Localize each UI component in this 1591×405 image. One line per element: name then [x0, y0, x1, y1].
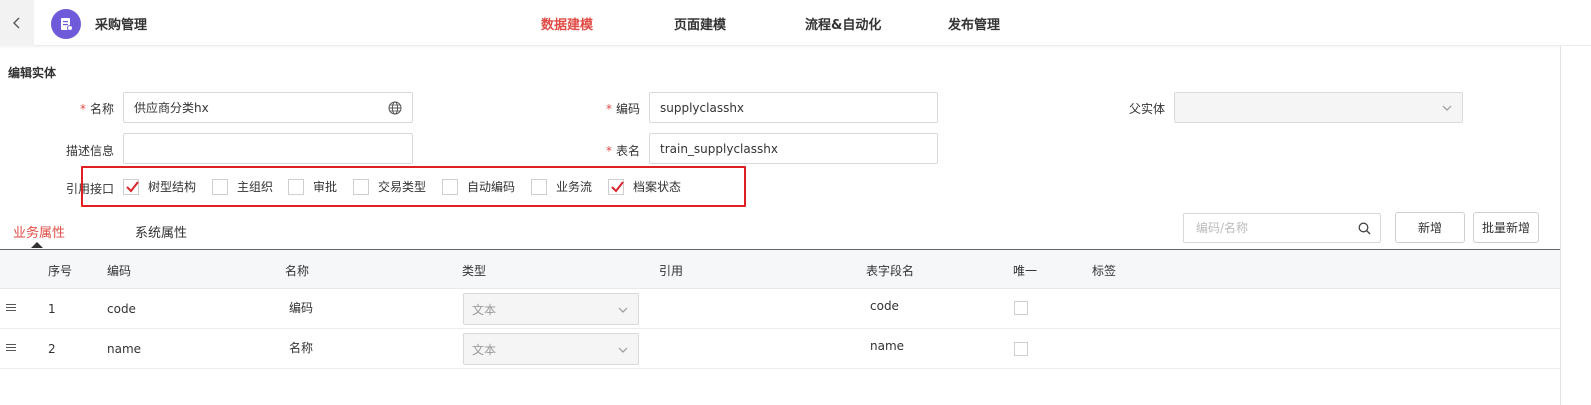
- col-type: 类型: [462, 264, 487, 278]
- row-field-name: name: [870, 339, 905, 353]
- back-button[interactable]: [0, 0, 34, 46]
- interface-label: 树型结构: [148, 180, 197, 194]
- row-unique-checkbox[interactable]: [1014, 301, 1028, 315]
- checkbox[interactable]: [212, 178, 228, 195]
- scrollbar[interactable]: [1560, 46, 1591, 405]
- section-title: 编辑实体: [8, 66, 57, 80]
- tab-business-attributes[interactable]: 业务属性: [13, 222, 65, 241]
- col-code: 编码: [107, 264, 132, 278]
- checkbox[interactable]: [442, 178, 458, 195]
- row-type-value: 文本: [472, 342, 497, 357]
- chevron-down-icon: [618, 347, 628, 353]
- table-row[interactable]: 2 name 名称 文本 name: [0, 329, 1560, 369]
- table-name-value: train_supplyclasshx: [660, 141, 778, 156]
- search-input[interactable]: [1196, 214, 1356, 242]
- row-type-select[interactable]: 文本: [463, 333, 639, 365]
- name-field[interactable]: 供应商分类hx: [123, 92, 413, 123]
- batch-add-button[interactable]: 批量新增: [1473, 212, 1539, 243]
- row-code: name: [107, 342, 142, 356]
- parent-label: 父实体: [1128, 102, 1165, 116]
- col-field-name: 表字段名: [866, 264, 915, 278]
- interface-label: 主组织: [237, 180, 274, 194]
- check-icon: [126, 180, 139, 193]
- drag-handle-icon[interactable]: [6, 304, 16, 313]
- interface-archive-status[interactable]: 档案状态: [608, 178, 681, 195]
- checkbox[interactable]: [353, 178, 369, 195]
- interface-label: 档案状态: [633, 180, 682, 194]
- row-code: code: [107, 302, 136, 316]
- description-field[interactable]: [123, 133, 413, 164]
- app-title: 采购管理: [95, 18, 148, 33]
- table-row[interactable]: 1 code 编码 文本 code: [0, 289, 1560, 329]
- search-icon[interactable]: [1358, 222, 1371, 235]
- nav-tab-page-modeling[interactable]: 页面建模: [674, 14, 726, 33]
- row-field-name: code: [870, 299, 899, 313]
- add-button[interactable]: 新增: [1395, 212, 1465, 243]
- interface-label: 审批: [313, 180, 338, 194]
- nav-tab-publish[interactable]: 发布管理: [948, 14, 1000, 33]
- chevron-down-icon: [1442, 105, 1452, 111]
- interface-main-org[interactable]: 主组织: [212, 178, 273, 195]
- table-name-field[interactable]: train_supplyclasshx: [649, 133, 938, 164]
- interface-tree-structure[interactable]: 树型结构: [123, 178, 196, 195]
- interface-label: 自动编码: [467, 180, 516, 194]
- interface-auto-code[interactable]: 自动编码: [442, 178, 515, 195]
- code-field[interactable]: supplyclasshx: [649, 92, 938, 123]
- interface-business-flow[interactable]: 业务流: [531, 178, 592, 195]
- checkbox[interactable]: [288, 178, 304, 195]
- row-name: 名称: [289, 341, 314, 355]
- app-logo-icon: [51, 9, 81, 39]
- name-value: 供应商分类hx: [134, 101, 209, 115]
- chevron-down-icon: [618, 307, 628, 313]
- drag-handle-icon[interactable]: [6, 344, 16, 353]
- checkbox[interactable]: [531, 178, 547, 195]
- interface-approval[interactable]: 审批: [288, 178, 337, 195]
- globe-icon[interactable]: [388, 101, 402, 115]
- interface-label: 业务流: [556, 180, 593, 194]
- top-bar: 采购管理 数据建模 页面建模 流程&自动化 发布管理: [0, 0, 1591, 46]
- col-tag: 标签: [1092, 264, 1117, 278]
- code-label: * 编码: [605, 102, 640, 116]
- nav-tab-data-modeling[interactable]: 数据建模: [541, 14, 593, 33]
- active-tab-indicator: [31, 242, 43, 248]
- check-icon: [611, 180, 624, 193]
- col-reference: 引用: [659, 264, 684, 278]
- tab-system-attributes[interactable]: 系统属性: [135, 222, 187, 241]
- name-label: * 名称: [79, 102, 114, 116]
- row-type-value: 文本: [472, 302, 497, 317]
- chevron-left-icon: [13, 17, 20, 29]
- row-index: 1: [48, 302, 56, 316]
- checkbox[interactable]: [123, 178, 139, 195]
- table-header: 序号 编码 名称 类型 引用 表字段名 唯一 标签: [0, 249, 1560, 289]
- interface-label: 交易类型: [378, 180, 427, 194]
- row-unique-checkbox[interactable]: [1014, 342, 1028, 356]
- row-index: 2: [48, 342, 56, 356]
- nav-tab-flow-automation[interactable]: 流程&自动化: [805, 14, 881, 33]
- interface-transaction-type[interactable]: 交易类型: [353, 178, 426, 195]
- col-unique: 唯一: [1013, 264, 1038, 278]
- parent-select[interactable]: [1174, 92, 1463, 123]
- col-index: 序号: [48, 264, 73, 278]
- code-value: supplyclasshx: [660, 100, 745, 115]
- col-name: 名称: [285, 264, 310, 278]
- checkbox[interactable]: [608, 178, 624, 195]
- search-box[interactable]: [1183, 213, 1381, 243]
- description-label: 描述信息: [65, 144, 114, 158]
- row-name: 编码: [289, 301, 314, 315]
- row-type-select[interactable]: 文本: [463, 293, 639, 325]
- table-name-label: * 表名: [605, 144, 640, 158]
